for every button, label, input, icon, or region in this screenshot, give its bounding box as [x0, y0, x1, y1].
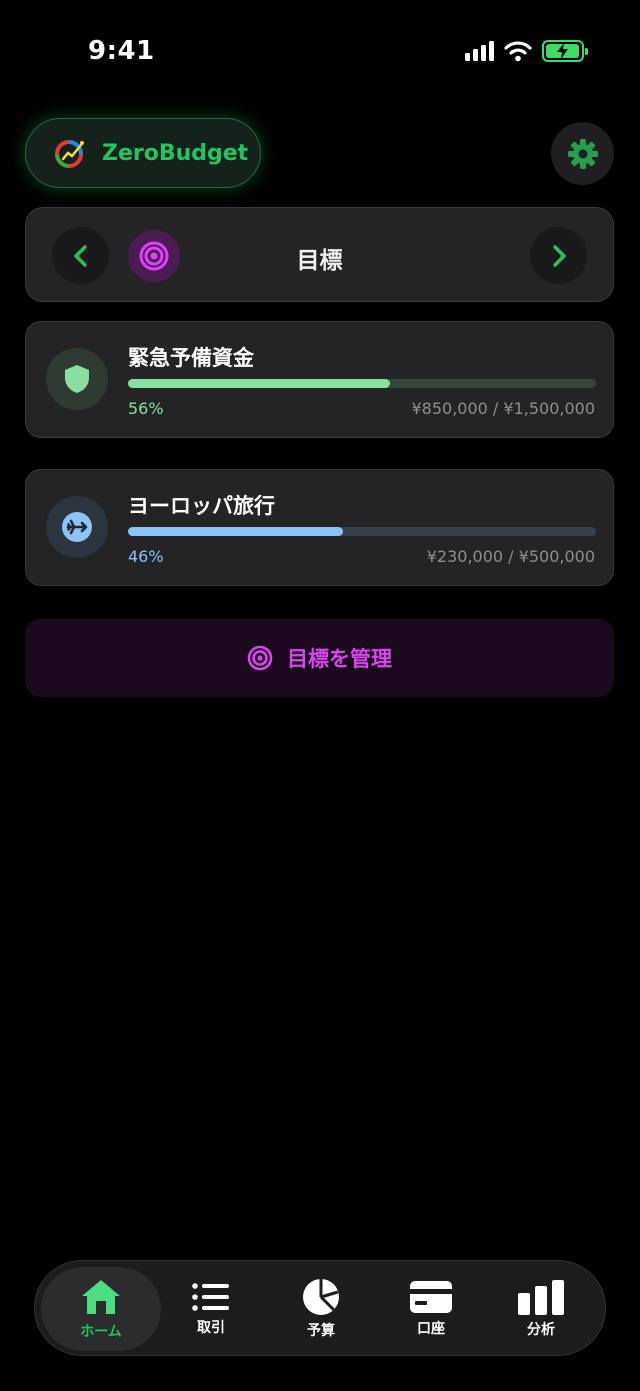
tab-label: ホーム	[80, 1324, 122, 1340]
goal-progress-fill	[128, 379, 391, 388]
goal-amount: ¥230,000 / ¥500,000	[426, 547, 595, 566]
wifi-icon	[504, 41, 532, 62]
goal-progress-fill	[128, 527, 344, 536]
manage-goals-button[interactable]: 目標を管理	[25, 619, 614, 697]
goal-icon	[46, 348, 108, 410]
settings-button[interactable]	[551, 122, 614, 185]
tab-home[interactable]: ホーム	[41, 1267, 161, 1351]
charging-bolt-icon	[557, 43, 568, 59]
gear-icon	[567, 138, 598, 169]
next-button[interactable]	[530, 227, 587, 284]
status-bar: 9:41	[0, 0, 640, 100]
cellular-signal-icon	[465, 41, 494, 61]
goal-progress-track	[128, 527, 596, 536]
tab-transactions[interactable]: 取引	[151, 1267, 271, 1351]
app-brand: ZeroBudget	[25, 118, 261, 188]
tab-label: 口座	[417, 1321, 445, 1337]
goal-card[interactable]: ヨーロッパ旅行 46% ¥230,000 / ¥500,000	[25, 469, 614, 586]
screen: 9:41 ZeroBudget 目標 緊急予備資金 56% ¥850,000 /…	[0, 0, 640, 1391]
manage-goals-label: 目標を管理	[287, 647, 392, 671]
status-time: 9:41	[88, 36, 155, 66]
goal-amount: ¥850,000 / ¥1,500,000	[411, 399, 595, 418]
card-icon	[410, 1281, 452, 1313]
goal-name: 緊急予備資金	[128, 346, 254, 370]
status-icons	[465, 40, 588, 62]
tab-analytics[interactable]: 分析	[481, 1267, 601, 1351]
goal-progress-track	[128, 379, 596, 388]
app-name: ZeroBudget	[102, 140, 249, 166]
airplane-icon	[62, 512, 92, 542]
tab-accounts[interactable]: 口座	[371, 1267, 491, 1351]
pie-chart-icon	[303, 1279, 339, 1315]
home-icon	[82, 1280, 120, 1314]
switcher-title: 目標	[296, 248, 343, 274]
target-icon	[247, 645, 273, 671]
bar-chart-icon	[518, 1280, 564, 1315]
tab-budget[interactable]: 予算	[261, 1267, 381, 1351]
goal-card[interactable]: 緊急予備資金 56% ¥850,000 / ¥1,500,000	[25, 321, 614, 438]
goal-name: ヨーロッパ旅行	[128, 494, 275, 518]
goal-icon	[46, 496, 108, 558]
goal-percent: 56%	[128, 399, 164, 418]
tab-label: 分析	[527, 1322, 555, 1338]
shield-icon	[65, 365, 89, 393]
category-switcher: 目標	[25, 207, 614, 302]
battery-icon	[542, 40, 588, 62]
chevron-right-icon	[552, 244, 566, 267]
list-icon	[192, 1283, 229, 1311]
tab-bar: ホーム 取引 予算 口座 分析	[34, 1260, 606, 1356]
tab-label: 予算	[307, 1323, 335, 1339]
tab-label: 取引	[197, 1320, 225, 1336]
app-logo-icon	[55, 140, 84, 168]
goal-percent: 46%	[128, 547, 164, 566]
